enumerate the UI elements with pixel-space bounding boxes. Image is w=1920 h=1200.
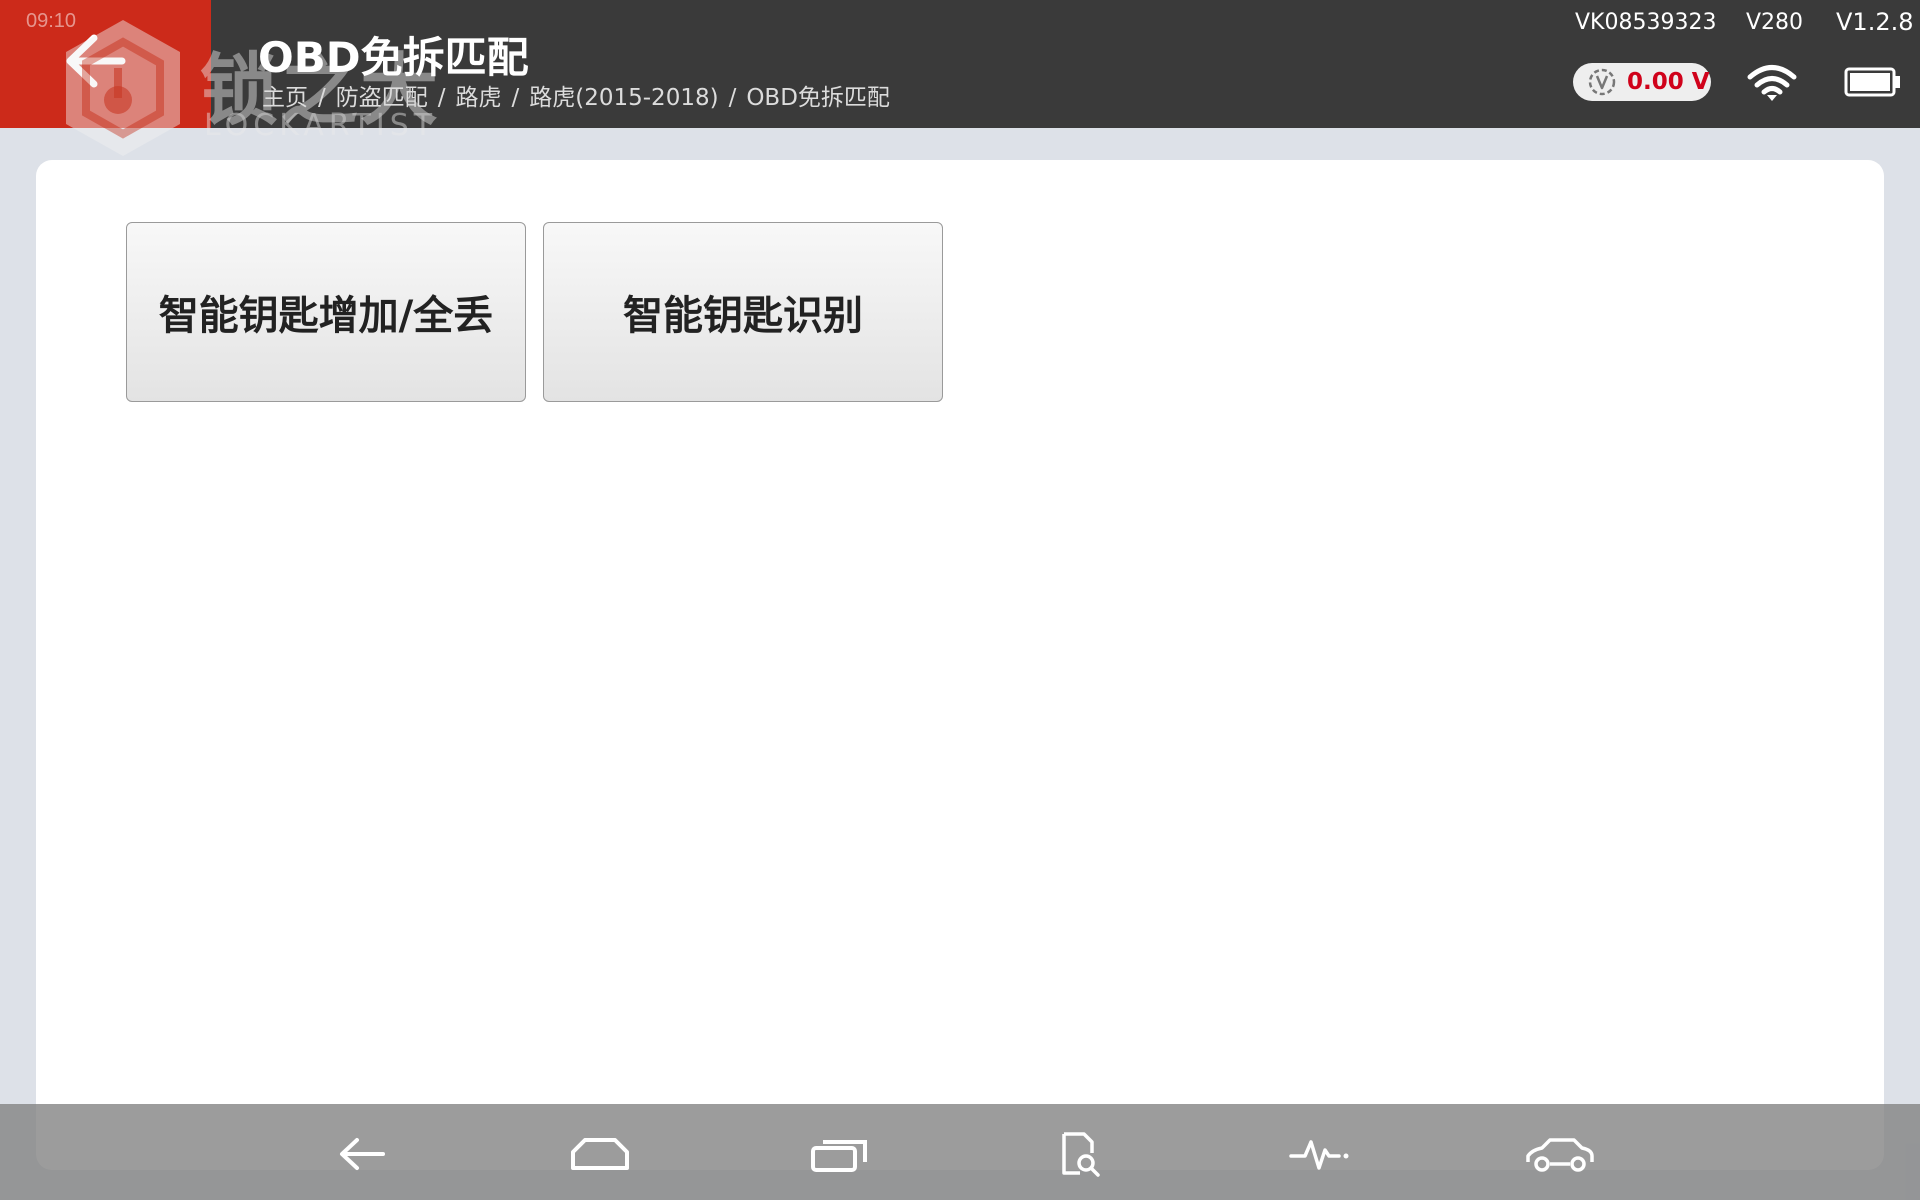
watermark-english-text: LOCKARTIST — [204, 108, 438, 143]
top-header: 09:10 锁之大 LOCKARTIST OBD免拆匹配 主页 / 防盗匹配 / 路虎 /… — [0, 0, 1920, 156]
wifi-icon — [1747, 65, 1797, 101]
smart-key-add-all-lost-button[interactable]: 智能钥匙增加/全丢 — [126, 222, 526, 402]
document-search-icon — [1062, 1132, 1100, 1177]
breadcrumb-item-immobilizer[interactable]: 防盗匹配 — [336, 85, 428, 111]
page-title: OBD免拆匹配 — [258, 33, 529, 82]
bottom-navigation-bar — [0, 1104, 1920, 1200]
battery-icon — [1844, 67, 1900, 97]
breadcrumb-item-current: OBD免拆匹配 — [746, 85, 890, 111]
clock: 09:10 — [26, 10, 77, 32]
software-version: V1.2.8 — [1836, 8, 1914, 36]
back-arrow-icon — [340, 1138, 385, 1170]
car-icon — [1526, 1138, 1594, 1172]
breadcrumb-item-home[interactable]: 主页 — [262, 85, 308, 111]
breadcrumb-separator: / — [511, 85, 520, 111]
nav-pulse-button[interactable] — [1280, 1124, 1360, 1184]
breadcrumb-item-brand[interactable]: 路虎 — [456, 85, 502, 111]
breadcrumb-item-model[interactable]: 路虎(2015-2018) — [529, 85, 718, 111]
voltage-value: 0.00 V — [1627, 69, 1710, 95]
breadcrumb-separator: / — [437, 85, 446, 111]
home-icon — [571, 1138, 629, 1170]
hardware-version: V280 — [1746, 10, 1804, 35]
voltage-indicator: 0.00 V — [1573, 63, 1711, 101]
header-back-button[interactable]: 09:10 — [0, 0, 211, 128]
main-content-card: 智能钥匙增加/全丢 智能钥匙识别 — [36, 160, 1884, 1170]
nav-back-button[interactable] — [322, 1124, 402, 1184]
back-arrow-icon — [66, 34, 126, 88]
nav-document-search-button[interactable] — [1040, 1124, 1120, 1184]
nav-home-button[interactable] — [560, 1124, 640, 1184]
nav-recent-apps-button[interactable] — [800, 1124, 880, 1184]
pulse-icon — [1289, 1140, 1349, 1170]
breadcrumb-separator: / — [728, 85, 737, 111]
smart-key-identify-button[interactable]: 智能钥匙识别 — [543, 222, 943, 402]
voltmeter-icon — [1588, 68, 1616, 96]
nav-car-button[interactable] — [1520, 1124, 1600, 1184]
serial-number: VK08539323 — [1575, 10, 1717, 35]
breadcrumb: 主页 / 防盗匹配 / 路虎 / 路虎(2015-2018) / OBD免拆匹配 — [262, 78, 890, 112]
breadcrumb-separator: / — [318, 85, 326, 111]
recent-apps-icon — [811, 1140, 867, 1172]
